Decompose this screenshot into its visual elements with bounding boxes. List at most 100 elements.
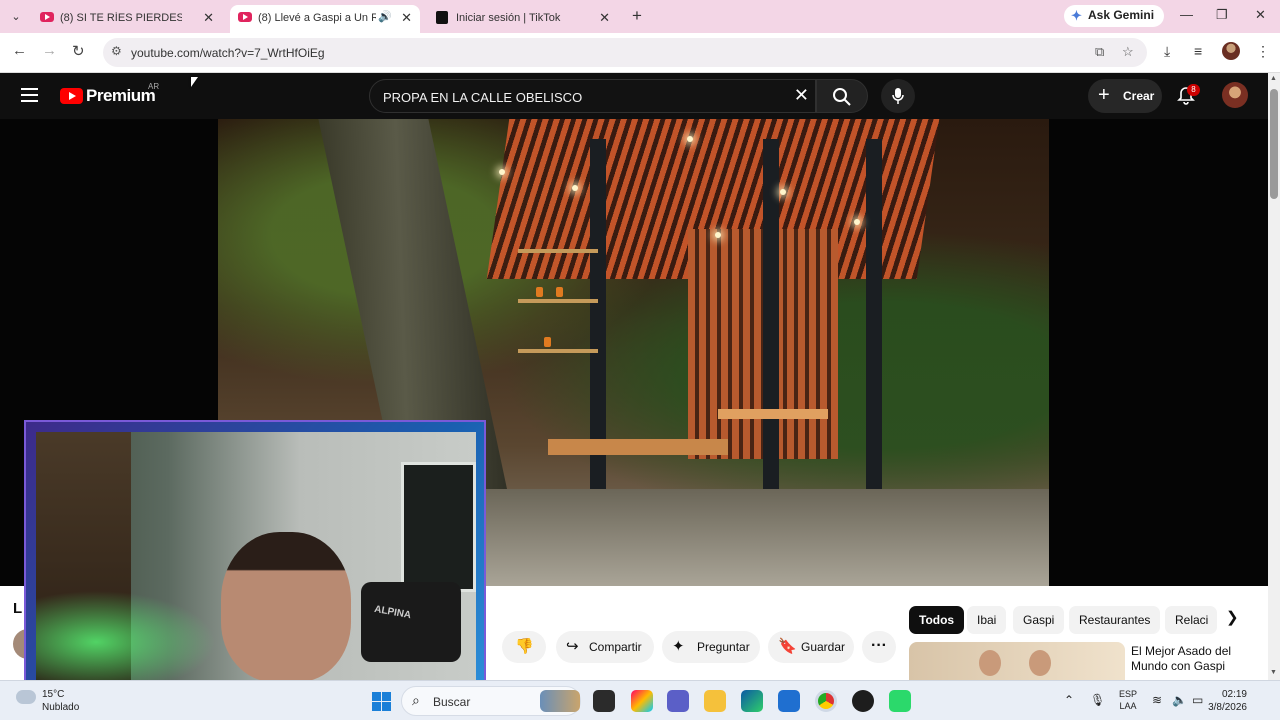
address-bar[interactable]: ⚙ youtube.com/watch?v=7_WrtHfOiEg ⧉ ☆	[103, 38, 1147, 67]
mouse-cursor-icon	[191, 77, 198, 87]
chip-gaspi[interactable]: Gaspi	[1013, 606, 1065, 634]
scrollbar-thumb[interactable]	[1270, 89, 1278, 199]
minimize-icon[interactable]: —	[1180, 7, 1193, 22]
speaker-icon[interactable]: 🔊	[378, 10, 392, 23]
webcam-window	[401, 462, 476, 592]
whatsapp-icon[interactable]	[889, 690, 911, 712]
forward-icon[interactable]: →	[42, 42, 57, 59]
search-input[interactable]: PROPA EN LA CALLE OBELISCO ✕	[369, 79, 816, 113]
create-label: Crear	[1123, 89, 1155, 103]
chrome-menu-icon[interactable]: ⋮	[1256, 43, 1270, 60]
hamburger-menu-icon[interactable]	[21, 88, 38, 102]
reload-icon[interactable]: ↻	[72, 42, 85, 60]
scroll-up-arrow-icon[interactable]: ▲	[1270, 75, 1277, 82]
ask-gemini-button[interactable]: ✦ Ask Gemini	[1064, 5, 1165, 27]
windows-start-icon[interactable]	[372, 692, 391, 711]
tab-title: (8) Llevé a Gaspi a Un Resta	[258, 12, 376, 24]
profile-avatar[interactable]	[1222, 42, 1240, 60]
chip-ibai[interactable]: Ibai	[967, 606, 1007, 634]
window-close-icon[interactable]: ✕	[1255, 7, 1266, 23]
lang-primary: ESP	[1119, 689, 1138, 699]
recommendation-thumbnail[interactable]	[909, 642, 1125, 682]
chip-relaci[interactable]: Relaci	[1165, 606, 1217, 634]
youtube-logo-icon[interactable]	[60, 88, 83, 104]
chips-next-chevron-icon[interactable]: ❯	[1226, 608, 1239, 626]
browser-toolbar: ← → ↻ ⚙ youtube.com/watch?v=7_WrtHfOiEg …	[0, 33, 1280, 73]
url-text[interactable]: youtube.com/watch?v=7_WrtHfOiEg	[131, 46, 325, 60]
chip-restaurantes[interactable]: Restaurantes	[1069, 606, 1161, 634]
video-frame-bench	[718, 409, 828, 419]
wifi-icon[interactable]: ≋	[1152, 693, 1162, 707]
save-button[interactable]: 🔖 Guardar	[768, 631, 854, 663]
chrome-icon[interactable]	[815, 690, 837, 712]
dislike-button[interactable]: 👎	[502, 631, 546, 663]
reading-list-icon[interactable]: ≡	[1194, 43, 1202, 59]
microphone-icon[interactable]: 🎙	[1090, 693, 1105, 707]
search-query[interactable]: PROPA EN LA CALLE OBELISCO	[383, 90, 582, 105]
tab-title: (8) SI TE RÍES PIERDES NIVEL DI	[60, 12, 182, 24]
search-button[interactable]	[816, 79, 868, 113]
video-frame-shelf	[518, 249, 598, 253]
install-app-icon[interactable]: ⧉	[1095, 44, 1104, 60]
search-icon: ⌕	[412, 692, 420, 708]
system-clock[interactable]: 02:19 3/8/2026	[1205, 688, 1247, 714]
close-tab-icon[interactable]: ✕	[401, 10, 412, 26]
battery-icon[interactable]: ▭	[1192, 693, 1203, 707]
teams-icon[interactable]	[667, 690, 689, 712]
tray-overflow-icon[interactable]: ⌃	[1064, 693, 1074, 707]
bookmark-star-icon[interactable]: ☆	[1122, 44, 1134, 60]
weather-temperature[interactable]: 15°C	[42, 689, 64, 700]
close-tab-icon[interactable]: ✕	[203, 10, 214, 26]
tab-si-te-ries[interactable]: (8) SI TE RÍES PIERDES NIVEL DI ✕	[32, 5, 222, 33]
account-avatar[interactable]	[1222, 82, 1248, 108]
tab-title: Iniciar sesión | TikTok	[456, 12, 561, 24]
recommendation-title[interactable]: El Mejor Asado del Mundo con Gaspi	[1131, 644, 1251, 674]
store-icon[interactable]	[778, 690, 800, 712]
video-frame-light	[572, 185, 578, 191]
page-scrollbar[interactable]: ▲ ▼	[1268, 73, 1280, 680]
chip-todos[interactable]: Todos	[909, 606, 965, 634]
copilot-icon[interactable]	[631, 690, 653, 712]
tiktok-icon	[436, 11, 448, 24]
volume-icon[interactable]: 🔈	[1172, 693, 1187, 707]
tab-tiktok[interactable]: Iniciar sesión | TikTok ✕	[428, 5, 618, 33]
cloud-icon[interactable]	[16, 690, 36, 704]
share-arrow-icon: ↪	[566, 638, 579, 655]
input-language[interactable]: ESP LAA	[1119, 688, 1137, 712]
youtube-icon	[40, 12, 54, 22]
new-tab-icon[interactable]: +	[632, 6, 642, 26]
video-frame-light	[854, 219, 860, 225]
clock-date: 3/8/2026	[1208, 702, 1247, 713]
microphone-icon	[892, 88, 904, 104]
edge-icon[interactable]	[741, 690, 763, 712]
site-settings-icon[interactable]: ⚙	[111, 44, 122, 58]
webcam-overlay: ALPINA	[24, 420, 486, 688]
tab-search-chevron-icon[interactable]: ⌄	[6, 7, 26, 27]
weather-condition[interactable]: Nublado	[42, 702, 79, 713]
task-view-icon[interactable]	[593, 690, 615, 712]
youtube-brand[interactable]: Premium	[86, 86, 156, 106]
back-icon[interactable]: ←	[12, 42, 27, 59]
share-button[interactable]: ↪ Compartir	[556, 631, 654, 663]
clear-search-icon[interactable]: ✕	[794, 85, 809, 106]
scroll-down-arrow-icon[interactable]: ▼	[1270, 669, 1277, 676]
file-explorer-icon[interactable]	[704, 690, 726, 712]
bookmark-icon: 🔖	[778, 638, 797, 655]
video-frame-light	[780, 189, 786, 195]
thumbnail-face	[1029, 650, 1051, 676]
voice-search-button[interactable]	[881, 79, 915, 113]
thumbnail-face	[979, 650, 1001, 676]
close-tab-icon[interactable]: ✕	[599, 10, 610, 26]
webcam-feed: ALPINA	[36, 432, 476, 682]
steam-icon[interactable]	[852, 690, 874, 712]
video-frame-light	[715, 232, 721, 238]
ask-button[interactable]: ✦ Preguntar	[662, 631, 760, 663]
restore-icon[interactable]: ❐	[1216, 7, 1228, 23]
create-button[interactable]: + Crear	[1088, 79, 1162, 113]
more-actions-button[interactable]: ···	[862, 631, 896, 663]
taskbar-search[interactable]: ⌕ Buscar	[401, 686, 581, 716]
plus-icon: +	[1098, 84, 1110, 106]
tab-llevé-a-gaspi[interactable]: (8) Llevé a Gaspi a Un Resta 🔊 ✕	[230, 5, 420, 33]
downloads-icon[interactable]: ⤓	[1164, 43, 1170, 60]
taskbar-search-label: Buscar	[433, 695, 471, 709]
